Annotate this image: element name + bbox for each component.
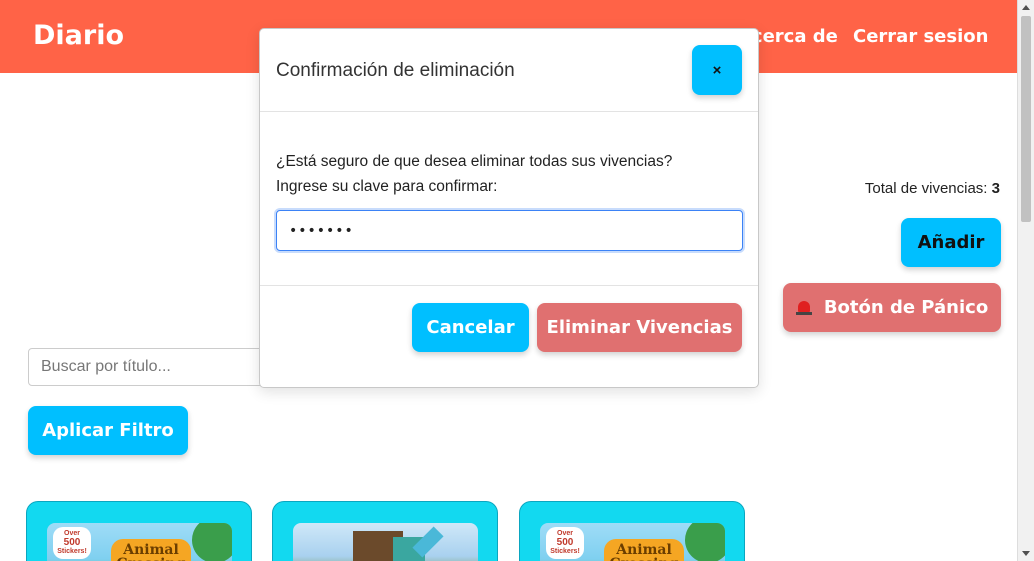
panic-button[interactable]: Botón de Pánico	[783, 283, 1001, 332]
confirm-instruction: Ingrese su clave para confirmar:	[276, 178, 498, 195]
stickers-badge: Over 500 Stickers!	[546, 527, 584, 559]
scroll-thumb[interactable]	[1021, 16, 1031, 222]
vivencia-card[interactable]: Over 500 Stickers! Animal Crossing	[519, 501, 745, 561]
scroll-up-arrow-icon[interactable]	[1022, 5, 1030, 10]
brand-logo[interactable]: Diario	[33, 20, 124, 51]
leaf-decoration	[678, 523, 725, 561]
nav-link-logout[interactable]: Cerrar sesion	[853, 26, 988, 47]
card-image-animal-crossing: Over 500 Stickers! Animal Crossing	[47, 523, 232, 561]
siren-icon	[795, 300, 812, 315]
stickers-badge: Over 500 Stickers!	[53, 527, 91, 559]
password-field[interactable]	[276, 210, 743, 251]
confirm-question: ¿Está seguro de que desea eliminar todas…	[276, 153, 673, 170]
delete-vivencias-button[interactable]: Eliminar Vivencias	[537, 303, 742, 352]
add-button[interactable]: Añadir	[901, 218, 1001, 267]
modal-header: Confirmación de eliminación ×	[260, 29, 758, 112]
modal-title: Confirmación de eliminación	[276, 60, 515, 81]
search-input[interactable]	[28, 348, 268, 386]
total-vivencias: Total de vivencias: 3	[865, 180, 1000, 197]
total-value: 3	[991, 180, 1000, 197]
page-scrollbar[interactable]	[1017, 0, 1034, 561]
game-logo: Animal Crossing	[111, 539, 191, 561]
total-label: Total de vivencias:	[864, 180, 988, 197]
vivencia-card[interactable]	[272, 501, 498, 561]
pickaxe-decoration	[412, 526, 444, 558]
delete-confirmation-modal: Confirmación de eliminación × ¿Está segu…	[259, 28, 759, 388]
card-image-minecraft	[293, 523, 478, 561]
vivencia-card[interactable]: Over 500 Stickers! Animal Crossing	[26, 501, 252, 561]
modal-footer-divider	[260, 285, 758, 286]
modal-body: ¿Está seguro de que desea eliminar todas…	[276, 149, 672, 199]
close-button[interactable]: ×	[692, 45, 742, 95]
close-icon: ×	[712, 61, 722, 79]
cancel-button[interactable]: Cancelar	[412, 303, 529, 352]
game-logo: Animal Crossing	[604, 539, 684, 561]
apply-filter-button[interactable]: Aplicar Filtro	[28, 406, 188, 455]
leaf-decoration	[185, 523, 232, 561]
card-image-animal-crossing: Over 500 Stickers! Animal Crossing	[540, 523, 725, 561]
panic-button-label: Botón de Pánico	[823, 297, 989, 318]
scroll-down-arrow-icon[interactable]	[1022, 551, 1030, 556]
